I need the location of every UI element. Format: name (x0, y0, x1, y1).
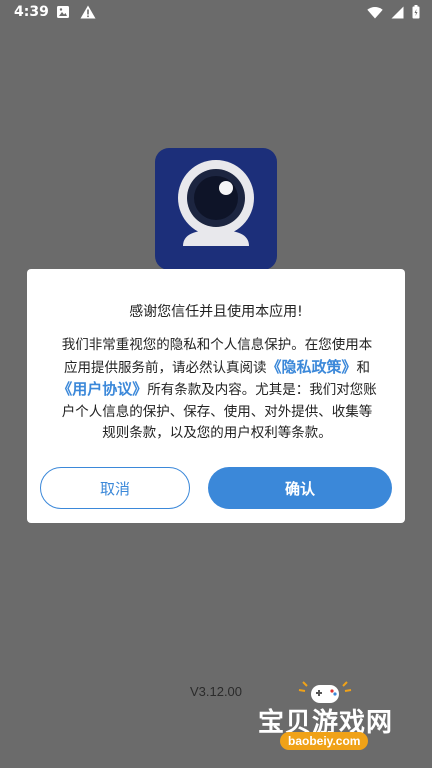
and-text: 和 (356, 359, 371, 376)
image-notification-icon (56, 5, 70, 23)
webcam-icon (155, 160, 277, 270)
signal-icon (391, 6, 404, 23)
user-agreement-link[interactable]: 《用户协议》 (57, 380, 147, 398)
status-time: 4:39 (14, 4, 49, 20)
battery-icon (412, 5, 420, 23)
wifi-icon (367, 6, 383, 23)
confirm-button[interactable]: 确认 (208, 467, 392, 509)
privacy-dialog: 感谢您信任并且使用本应用! 我们非常重视您的隐私和个人信息保护。在您使用本应用提… (27, 269, 405, 523)
warning-icon (80, 5, 96, 23)
status-system-icons (367, 5, 420, 23)
status-bar: 4:39 (0, 0, 432, 26)
watermark-url: baobeiy.com (280, 732, 369, 750)
cancel-button[interactable]: 取消 (40, 467, 190, 509)
dialog-body: 我们非常重视您的隐私和个人信息保护。在您使用本应用提供服务前，请必然认真阅读《隐… (57, 335, 377, 445)
app-logo (155, 148, 277, 270)
status-notifications (56, 5, 96, 23)
privacy-policy-link[interactable]: 《隐私政策》 (266, 358, 356, 376)
dialog-title: 感谢您信任并且使用本应用! (129, 304, 303, 320)
watermark: 宝贝游戏网 baobeiy.com (250, 680, 420, 760)
